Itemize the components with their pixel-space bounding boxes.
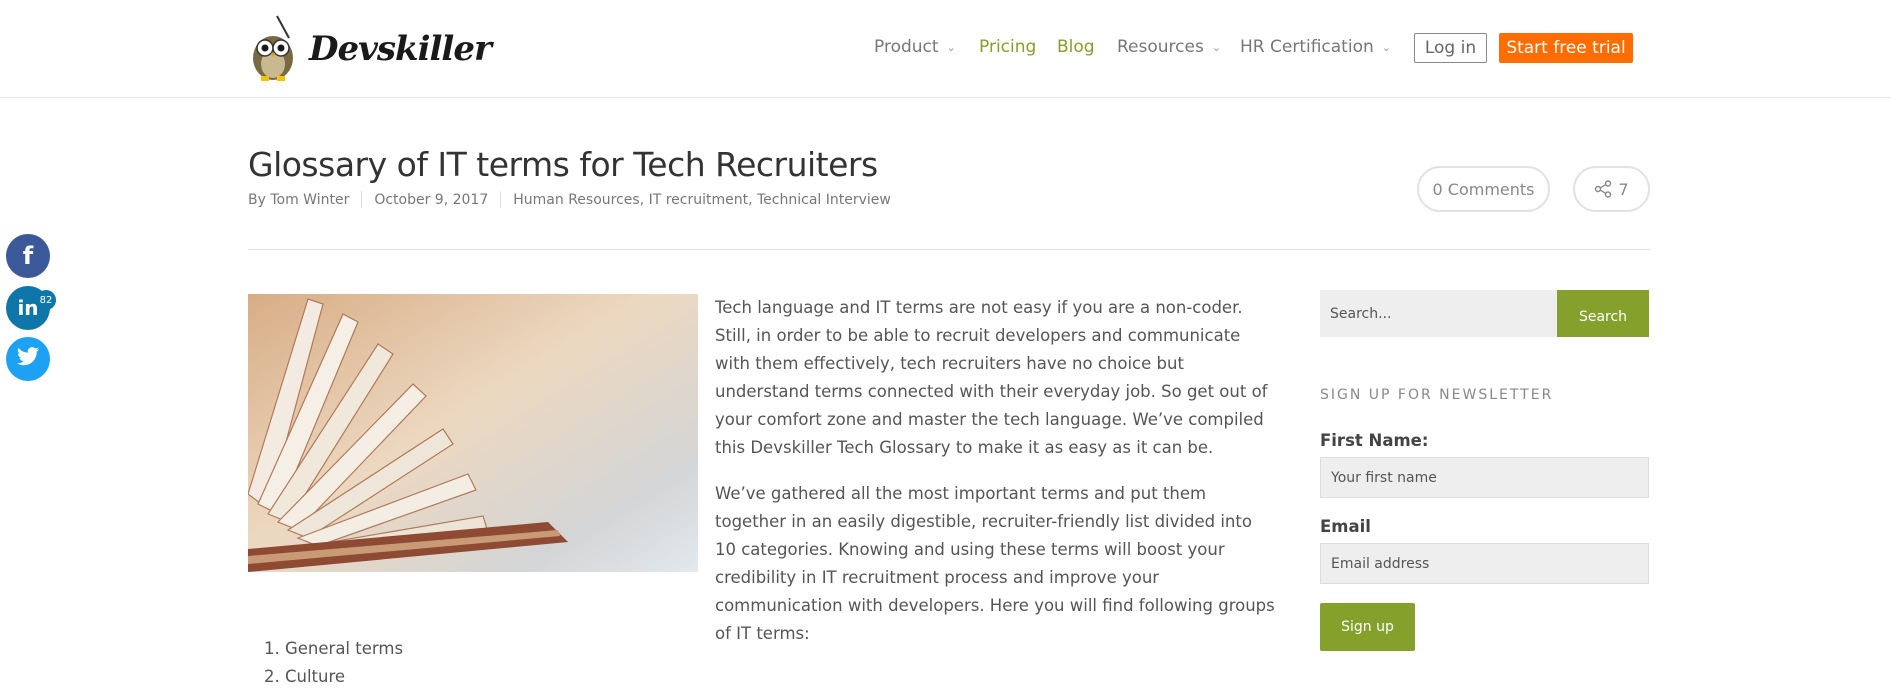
list-item: 1. General terms xyxy=(264,639,404,658)
page-title: Glossary of IT terms for Tech Recruiters xyxy=(248,145,878,184)
nav-item-hr-certification[interactable]: HR Certification ⌄ xyxy=(1240,30,1391,64)
newsletter-heading: SIGN UP FOR NEWSLETTER xyxy=(1320,387,1554,403)
post-author[interactable]: By Tom Winter xyxy=(248,192,349,208)
chevron-down-icon: ⌄ xyxy=(1211,40,1222,54)
share-icon xyxy=(1594,180,1612,198)
login-button[interactable]: Log in xyxy=(1414,33,1487,63)
open-book-image xyxy=(248,294,698,572)
email-field[interactable] xyxy=(1320,543,1649,584)
nav-label: Product xyxy=(874,37,939,57)
owl-mascot-icon xyxy=(247,14,305,84)
devskiller-logo[interactable]: Devskiller xyxy=(247,14,492,84)
first-name-label: First Name: xyxy=(1320,431,1429,450)
post-date: October 9, 2017 xyxy=(374,191,489,208)
meta-divider xyxy=(500,191,502,208)
post-meta: By Tom Winter October 9, 2017 Human Reso… xyxy=(248,191,891,208)
signup-button[interactable]: Sign up xyxy=(1320,603,1415,651)
post-categories[interactable]: Human Resources, IT recruitment, Technic… xyxy=(513,192,891,208)
first-name-field[interactable] xyxy=(1320,457,1649,498)
linkedin-count-badge: 82 xyxy=(36,290,56,310)
facebook-share-button[interactable]: f xyxy=(6,234,50,278)
email-label: Email xyxy=(1320,517,1371,536)
nav-label: Pricing xyxy=(979,37,1037,57)
second-paragraph: We’ve gathered all the most important te… xyxy=(715,484,1275,643)
nav-item-blog[interactable]: Blog xyxy=(1057,30,1095,64)
nav-label: Resources xyxy=(1117,37,1204,57)
nav-label: HR Certification xyxy=(1240,37,1374,57)
site-header: Devskiller Product ⌄ Pricing Blog Resourc… xyxy=(0,0,1891,98)
nav-item-resources[interactable]: Resources ⌄ xyxy=(1117,30,1221,64)
twitter-share-button[interactable] xyxy=(6,337,50,381)
title-divider xyxy=(248,249,1650,250)
nav-item-pricing[interactable]: Pricing xyxy=(979,30,1036,64)
chevron-down-icon: ⌄ xyxy=(946,40,956,54)
share-button[interactable]: 7 xyxy=(1573,166,1650,212)
facebook-icon: f xyxy=(22,242,34,270)
list-item: 2. Culture xyxy=(264,667,346,686)
logo-wordmark: Devskiller xyxy=(309,29,492,69)
comments-button[interactable]: 0 Comments xyxy=(1417,166,1550,212)
nav-item-product[interactable]: Product ⌄ xyxy=(874,30,956,64)
search-input[interactable] xyxy=(1320,290,1557,337)
meta-divider xyxy=(361,191,363,208)
comments-count: 0 Comments xyxy=(1432,179,1535,199)
search-button[interactable]: Search xyxy=(1557,290,1649,337)
twitter-icon xyxy=(16,347,40,371)
chevron-down-icon: ⌄ xyxy=(1381,40,1391,54)
share-count: 7 xyxy=(1618,179,1629,199)
nav-label: Blog xyxy=(1057,37,1095,57)
start-free-trial-button[interactable]: Start free trial xyxy=(1499,33,1633,63)
intro-paragraph: Tech language and IT terms are not easy … xyxy=(715,298,1268,457)
